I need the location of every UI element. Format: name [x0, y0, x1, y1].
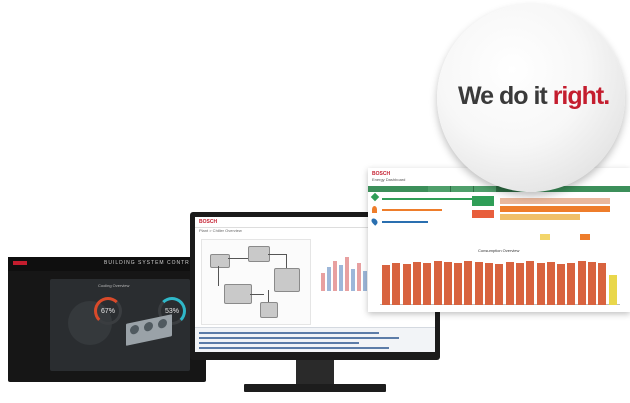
left-monitor-title: BUILDING SYSTEM CONTROL [104, 260, 199, 266]
chart-bar [567, 263, 576, 305]
chart-bar [536, 263, 545, 305]
pipe [286, 254, 287, 268]
fan-icon [144, 321, 153, 333]
chart-bar [345, 257, 349, 291]
slogan-main: We do it [458, 82, 553, 110]
chart-bar [412, 262, 421, 305]
kpi-bar [382, 209, 442, 211]
chart-bar [546, 262, 555, 305]
pipe [228, 258, 248, 259]
plant-diagram [201, 239, 311, 325]
chart-bar [351, 269, 355, 291]
chart-bar [333, 261, 337, 291]
tab-3[interactable] [474, 186, 497, 192]
mini-bar-chart [319, 247, 371, 291]
chart-bar [464, 261, 473, 305]
chart-bar [357, 263, 361, 291]
heat-exchanger-component[interactable] [224, 284, 252, 304]
breadcrumb[interactable]: Plant > Chiller Overview [199, 228, 242, 233]
valve-component[interactable] [260, 302, 278, 318]
heatmap-row [500, 214, 580, 220]
chart-bar [557, 264, 566, 305]
pipe [268, 290, 269, 302]
heatmap-row [500, 206, 610, 212]
event-log [195, 327, 435, 352]
heatmap-row [500, 198, 610, 204]
chart-bar [495, 264, 504, 305]
slogan-accent: right. [552, 82, 610, 110]
pump-component[interactable] [210, 254, 230, 268]
legend-swatch [540, 234, 550, 240]
brand-logo [13, 261, 27, 265]
chart-bar [392, 263, 401, 305]
chart-bar [423, 263, 432, 305]
leaf-icon [370, 192, 380, 202]
chart-bar [608, 275, 617, 305]
chart-bar [588, 262, 596, 305]
flame-icon [372, 206, 377, 213]
pipe [218, 266, 219, 286]
kpi-tile [472, 196, 494, 206]
dashboard-title: Energy Dashboard [372, 177, 406, 182]
kpi-tile [472, 210, 494, 218]
log-row[interactable] [199, 332, 379, 334]
log-row[interactable] [199, 347, 389, 349]
fan-icon [130, 324, 139, 336]
chart-bar [505, 262, 514, 305]
chart-bar [526, 261, 535, 305]
gauge-left-value: 67% [100, 308, 115, 315]
chart-bar [598, 263, 607, 305]
left-monitor: BUILDING SYSTEM CONTROL Cooling Overview… [8, 257, 206, 382]
chart-bar [474, 262, 483, 305]
legend-swatch [580, 234, 590, 240]
chart-bar [327, 267, 331, 291]
log-row[interactable] [199, 342, 359, 344]
log-row[interactable] [199, 337, 399, 339]
chart-bar [485, 263, 493, 305]
chart-bar [433, 261, 442, 305]
tab-1[interactable] [428, 186, 451, 192]
fan-icon [158, 318, 167, 330]
kpi-bar [382, 221, 428, 223]
panel-title: Cooling Overview [98, 283, 130, 288]
tab-bar [368, 186, 630, 192]
slogan-text: We do it right. [458, 82, 610, 111]
monitor-stand [244, 384, 386, 392]
compressor-component[interactable] [248, 246, 270, 262]
gauge-right-value: 53% [164, 308, 179, 315]
slogan-badge: We do it right. [437, 4, 625, 192]
water-drop-icon [370, 217, 379, 226]
chart-bar [577, 261, 586, 305]
chart-bar [382, 265, 390, 305]
chart-bar [363, 271, 367, 291]
pipe [268, 254, 286, 255]
right-screen: BOSCH Energy Dashboard Consumption Overv… [368, 168, 630, 312]
chart-bar [402, 264, 411, 305]
tab-2[interactable] [451, 186, 474, 192]
chart-bar [443, 262, 452, 305]
chart-bar [339, 265, 343, 291]
chiller-component[interactable] [274, 268, 300, 292]
pipe [250, 294, 264, 295]
chart-bar [321, 273, 325, 291]
monitor-neck [296, 360, 334, 386]
brand-logo: BOSCH [199, 219, 218, 225]
chart-bar [454, 263, 463, 305]
kpi-bar [382, 198, 472, 200]
chart-bar [515, 263, 524, 305]
consumption-chart [374, 251, 624, 309]
